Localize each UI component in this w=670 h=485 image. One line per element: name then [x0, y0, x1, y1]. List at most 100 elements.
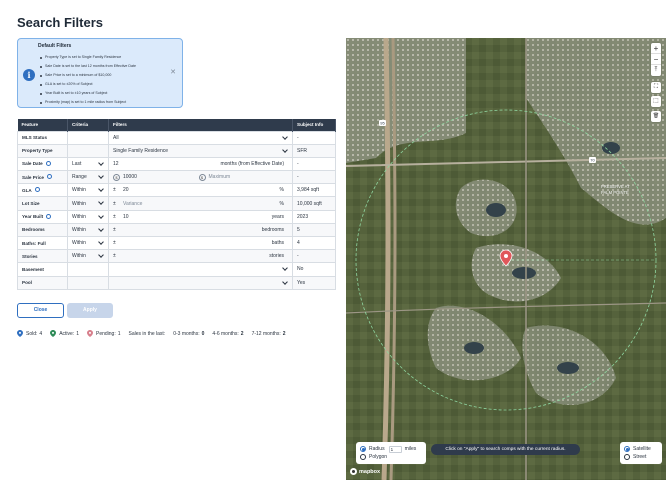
sale-date-input[interactable]: 12 months (from Effective Date): [108, 156, 293, 172]
help-icon[interactable]: [45, 161, 51, 167]
sale-price-min-input[interactable]: $10000: [113, 173, 199, 181]
pool-select[interactable]: [108, 275, 293, 290]
legend-count: 2: [240, 330, 244, 337]
radius-option[interactable]: Radius 1 miles: [360, 445, 422, 453]
lot-size-criteria-select[interactable]: Within: [67, 196, 109, 211]
gla-criteria-select[interactable]: Within: [67, 183, 109, 198]
legend-label: 4-6 months:: [212, 330, 239, 337]
lot-size-input[interactable]: ± Variance%: [108, 196, 293, 211]
select-value: Within: [72, 213, 86, 220]
draw-controls: ⬚: [651, 96, 661, 107]
zoom-out-button[interactable]: −: [651, 54, 661, 65]
feature-text: GLA: [22, 187, 32, 193]
search-mode-panel: Radius 1 miles Polygon: [356, 442, 426, 464]
help-icon[interactable]: [46, 213, 52, 219]
year-built-criteria-select[interactable]: Within: [67, 209, 109, 224]
apply-button[interactable]: Apply: [67, 303, 113, 318]
subject-value: No: [292, 262, 336, 277]
close-button[interactable]: Close: [17, 303, 64, 318]
subject-value: -: [292, 130, 336, 145]
feature-label: Lot Size: [17, 196, 68, 211]
table-row: Stories Within ± stories -: [17, 249, 336, 264]
table-row: Property Type Single Family Residence SF…: [17, 143, 336, 158]
subject-value: -: [292, 249, 336, 264]
feature-label: Basement: [17, 262, 68, 277]
chevron-down-icon: [282, 265, 288, 272]
polygon-radio[interactable]: [360, 454, 366, 460]
baths-input[interactable]: ± baths: [108, 235, 293, 251]
unit-label: %: [279, 187, 284, 194]
stories-criteria-select[interactable]: Within: [67, 249, 109, 264]
radius-radio[interactable]: [360, 446, 366, 452]
chevron-down-icon: [282, 278, 288, 285]
compass-button[interactable]: ⤒: [651, 65, 661, 76]
help-icon[interactable]: [46, 174, 52, 180]
chevron-down-icon: [98, 225, 104, 232]
input-placeholder: Maximum: [208, 174, 231, 181]
header-subject-info: Subject Info: [292, 119, 336, 131]
plus-minus-label: ±: [113, 253, 116, 260]
help-icon[interactable]: [34, 187, 40, 193]
close-icon[interactable]: ✕: [170, 69, 176, 77]
feature-label: Sale Date: [17, 156, 68, 172]
map-view[interactable]: 95 70 PRESERVE AT PALM POINTE + − ⤒ ⛶ ⬚ …: [346, 38, 666, 480]
feature-text: Year Built: [22, 214, 44, 220]
satellite-radio[interactable]: [624, 446, 630, 452]
year-built-input[interactable]: ±10 years: [108, 209, 293, 224]
fullscreen-button[interactable]: ⛶: [651, 82, 661, 93]
chevron-down-icon: [98, 160, 104, 166]
lake: [557, 362, 579, 374]
criteria-empty: [67, 143, 109, 158]
active-pin-icon: [50, 330, 57, 337]
legend-count: 0: [201, 330, 205, 337]
chevron-down-icon: [98, 199, 104, 206]
map-style-panel: Satellite Street: [620, 442, 662, 464]
mapbox-icon: [350, 468, 357, 475]
table-header: Feature Criteria Filters Subject Info: [17, 119, 336, 131]
legend-count: 4: [39, 330, 43, 337]
mapbox-logo[interactable]: mapbox: [350, 468, 380, 475]
baths-criteria-select[interactable]: Within: [67, 235, 109, 251]
legend-label: Sales in the last:: [128, 330, 166, 337]
miles-label: miles: [404, 446, 417, 452]
stories-input[interactable]: ± stories: [108, 249, 293, 264]
satellite-option[interactable]: Satellite: [624, 445, 658, 453]
mls-status-select[interactable]: All: [108, 130, 293, 145]
basement-select[interactable]: [108, 262, 293, 277]
polygon-option[interactable]: Polygon: [360, 453, 422, 461]
legend-label: Active:: [59, 330, 75, 337]
bedrooms-input[interactable]: ± bedrooms: [108, 222, 293, 238]
info-icon: i: [23, 69, 35, 81]
sale-price-max-input[interactable]: $ Maximum: [198, 173, 285, 181]
street-radio[interactable]: [624, 454, 630, 460]
street-option[interactable]: Street: [624, 453, 658, 461]
zoom-in-button[interactable]: +: [651, 43, 661, 54]
street-label: Street: [633, 454, 647, 460]
polygon-label: Polygon: [369, 454, 388, 460]
radius-input[interactable]: 1: [388, 445, 402, 453]
delete-shape-button[interactable]: 🗑: [651, 111, 661, 122]
sale-price-criteria-select[interactable]: Range: [67, 170, 109, 185]
legend-count: 1: [117, 330, 121, 337]
chevron-down-icon: [98, 252, 104, 259]
plus-minus-label: ±: [113, 187, 116, 194]
default-filters-list: Property Type is set to Single Family Re…: [40, 53, 136, 107]
list-item: Sale Date is set to the last 12 months f…: [40, 62, 136, 71]
plus-minus-label: ±: [113, 240, 116, 247]
lake: [602, 142, 620, 154]
table-row: Bedrooms Within ± bedrooms 5: [17, 222, 336, 238]
legend-pending: Pending: 1: [86, 330, 121, 337]
table-row: Year Built Within ±10 years 2023: [17, 209, 336, 224]
feature-label: Sale Price: [17, 170, 68, 185]
subject-value: 10,000 sqft: [292, 196, 336, 211]
select-value: Range: [72, 174, 87, 181]
bedrooms-criteria-select[interactable]: Within: [67, 222, 109, 238]
sale-date-criteria-select[interactable]: Last: [67, 156, 109, 172]
legend-active: Active: 1: [50, 330, 79, 337]
draw-polygon-button[interactable]: ⬚: [651, 96, 661, 107]
place-label: PRESERVE AT: [601, 184, 630, 189]
property-type-select[interactable]: Single Family Residence: [108, 143, 293, 158]
gla-input[interactable]: ±20%: [108, 183, 293, 198]
unit-label: years: [271, 213, 284, 220]
input-value: 20: [123, 187, 129, 194]
